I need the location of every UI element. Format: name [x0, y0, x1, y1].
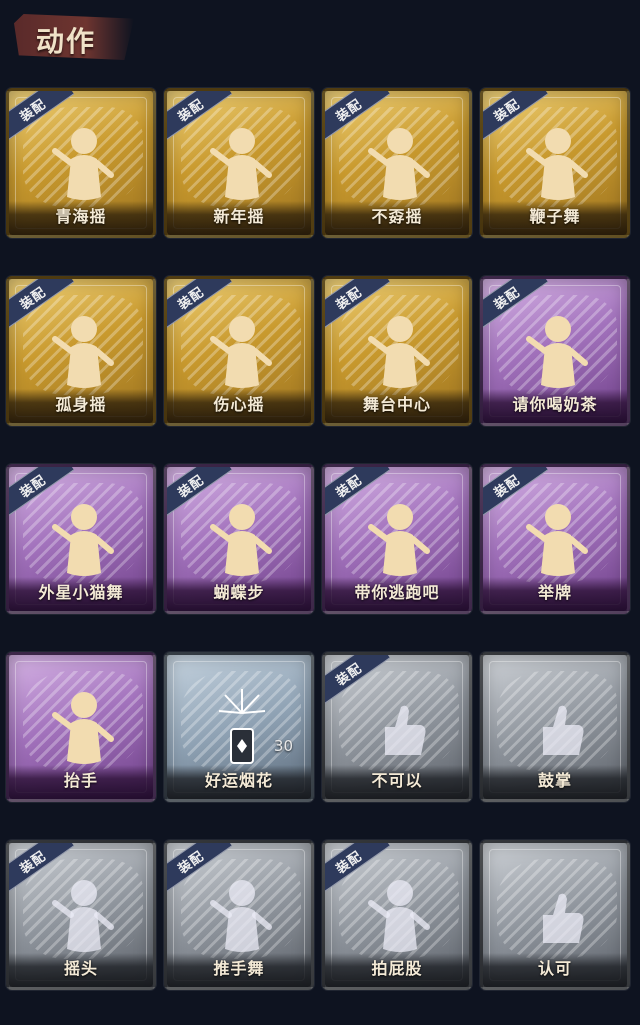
action-name: 蝴蝶步: [213, 583, 265, 602]
raise-hand-icon: [49, 685, 119, 771]
action-card[interactable]: 抬手: [6, 652, 156, 802]
action-name: 伤心摇: [213, 395, 265, 414]
action-name: 鞭子舞: [529, 207, 581, 226]
action-card[interactable]: 装配 蝴蝶步: [164, 464, 314, 614]
action-card[interactable]: 装配 舞台中心: [322, 276, 472, 426]
action-card[interactable]: 装配 不孬摇: [322, 88, 472, 238]
dance-pose-icon: [207, 121, 277, 207]
dance-pose-icon: [365, 497, 435, 583]
action-card[interactable]: 鼓掌: [480, 652, 630, 802]
dance-pose-icon: [207, 497, 277, 583]
action-card[interactable]: 装配 新年摇: [164, 88, 314, 238]
action-name: 鼓掌: [537, 771, 572, 790]
action-card[interactable]: 装配 推手舞: [164, 840, 314, 990]
action-card[interactable]: 装配 外星小猫舞: [6, 464, 156, 614]
header: 动作: [0, 0, 640, 80]
action-name: 拍屁股: [371, 959, 423, 978]
action-card[interactable]: 装配 青海摇: [6, 88, 156, 238]
action-name: 舞台中心: [362, 395, 431, 414]
thumbs-up-icon: [523, 873, 593, 959]
action-name: 推手舞: [213, 959, 265, 978]
page-title: 动作: [36, 25, 97, 58]
head-shake-icon: [49, 873, 119, 959]
dance-pose-icon: [49, 497, 119, 583]
dance-pose-icon: [365, 309, 435, 395]
action-name: 举牌: [537, 583, 572, 602]
action-card[interactable]: 装配 孤身摇: [6, 276, 156, 426]
action-grid: 装配 青海摇 装配 新年摇 装配 不孬摇 装配 鞭子舞 装配 孤身摇 装配 伤心摇: [6, 88, 638, 990]
action-card[interactable]: 装配 拍屁股: [322, 840, 472, 990]
item-count: 30: [273, 737, 293, 755]
action-name: 不孬摇: [371, 207, 423, 226]
push-hand-dance-icon: [207, 873, 277, 959]
dance-pose-icon: [49, 309, 119, 395]
action-card[interactable]: 装配 伤心摇: [164, 276, 314, 426]
action-name: 带你逃跑吧: [354, 583, 440, 602]
heart-hands-icon: [207, 309, 277, 395]
action-card[interactable]: 装配 请你喝奶茶: [480, 276, 630, 426]
action-card[interactable]: 认可: [480, 840, 630, 990]
sign-board-icon: [523, 497, 593, 583]
action-card[interactable]: 装配 不可以: [322, 652, 472, 802]
action-card[interactable]: 30 好运烟花: [164, 652, 314, 802]
butt-slap-icon: [365, 873, 435, 959]
action-name: 新年摇: [213, 207, 265, 226]
action-name: 青海摇: [55, 207, 107, 226]
dance-pose-icon: [523, 121, 593, 207]
action-name: 请你喝奶茶: [512, 395, 598, 414]
action-card[interactable]: 装配 鞭子舞: [480, 88, 630, 238]
action-name: 好运烟花: [204, 771, 273, 790]
action-name: 抬手: [63, 771, 98, 790]
action-card[interactable]: 装配 举牌: [480, 464, 630, 614]
action-card[interactable]: 装配 摇头: [6, 840, 156, 990]
action-card[interactable]: 装配 带你逃跑吧: [322, 464, 472, 614]
firework-icon: [207, 685, 277, 771]
dance-pose-icon: [365, 121, 435, 207]
action-name: 不可以: [371, 771, 423, 790]
dance-pose-icon: [49, 121, 119, 207]
action-name: 外星小猫舞: [38, 583, 124, 602]
action-name: 孤身摇: [55, 395, 107, 414]
finger-wag-icon: [365, 685, 435, 771]
action-name: 摇头: [63, 959, 98, 978]
clap-icon: [523, 685, 593, 771]
action-name: 认可: [537, 959, 572, 978]
milk-tea-icon: [523, 309, 593, 395]
